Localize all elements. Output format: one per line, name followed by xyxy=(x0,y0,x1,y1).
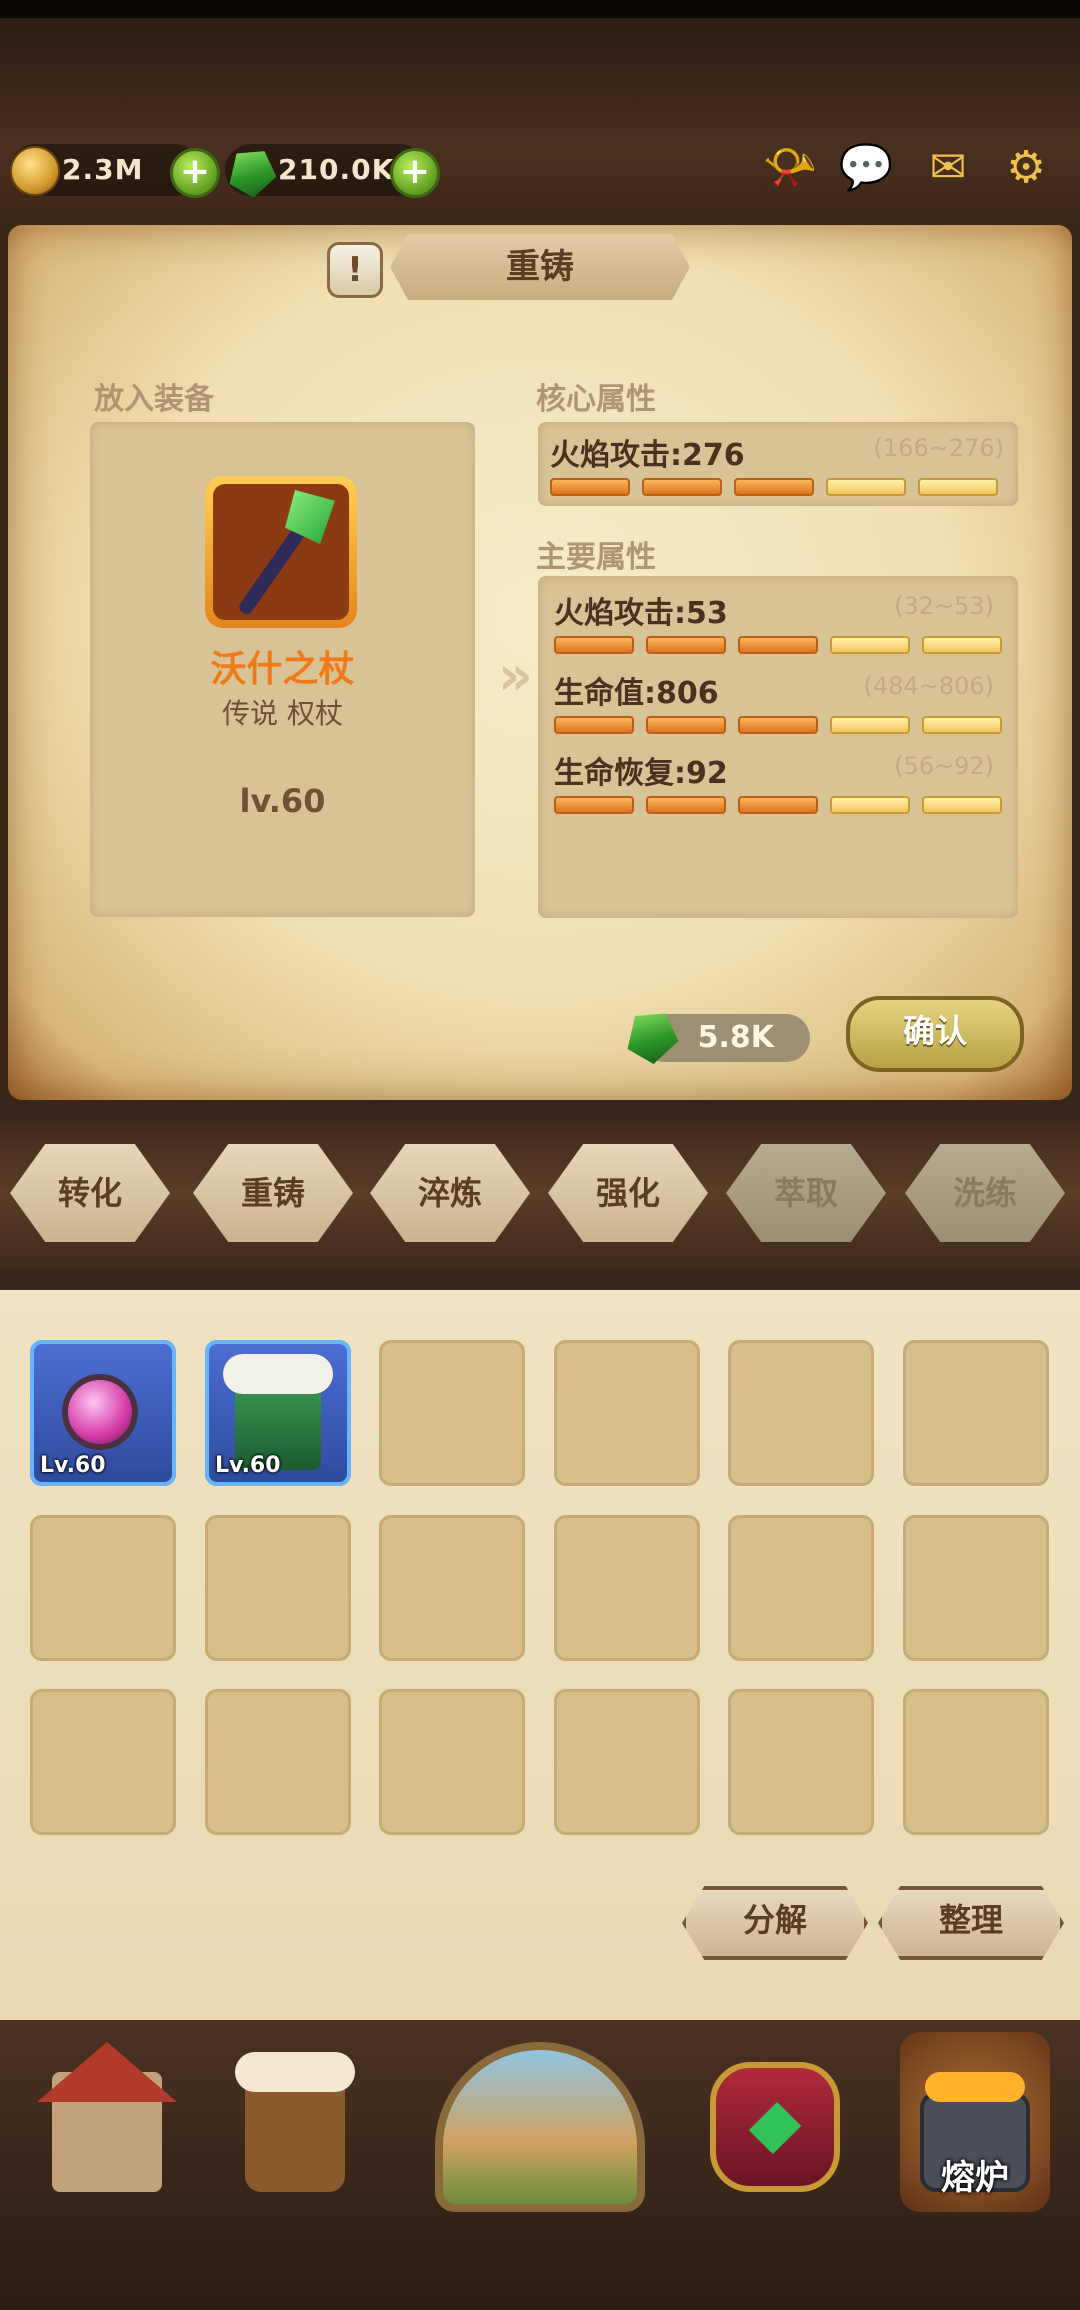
horn-icon[interactable]: 📯 xyxy=(762,140,818,196)
inventory-grid: Lv.60 Lv.60 xyxy=(30,1340,1060,1840)
core-stat-range: (166~276) xyxy=(873,434,1004,462)
forge-nav-label: 熔炉 xyxy=(941,2158,1009,2198)
main-stat-bar xyxy=(554,716,1002,734)
core-attributes-label: 核心属性 xyxy=(536,382,656,417)
main-stat-range: (484~806) xyxy=(863,672,994,700)
gold-coin-icon xyxy=(10,146,60,196)
inventory-empty-slot[interactable] xyxy=(554,1689,700,1835)
amulet-icon xyxy=(68,1380,132,1444)
slot-level: Lv.60 xyxy=(215,1453,281,1478)
main-stat-bar xyxy=(554,796,1002,814)
slot-level: Lv.60 xyxy=(40,1453,106,1478)
inventory-empty-slot[interactable] xyxy=(379,1514,525,1661)
equip-slot-label: 放入装备 xyxy=(94,382,214,417)
inventory-empty-slot[interactable] xyxy=(728,1689,874,1835)
inventory-empty-slot[interactable] xyxy=(379,1340,525,1486)
adventure-portal-icon[interactable] xyxy=(415,2022,665,2212)
gold-amount: 2.3M xyxy=(62,153,144,186)
inventory-empty-slot[interactable] xyxy=(379,1689,525,1835)
core-stat-row: 火焰攻击:276 (166~276) xyxy=(538,422,1018,506)
main-stat-name: 火焰攻击:53 xyxy=(554,596,728,631)
add-gold-button[interactable]: + xyxy=(170,148,220,198)
inventory-empty-slot[interactable] xyxy=(30,1514,176,1661)
main-stat-range: (56~92) xyxy=(894,752,994,780)
core-stat-bar xyxy=(550,478,998,496)
main-stat-range: (32~53) xyxy=(894,592,994,620)
inventory-empty-slot[interactable] xyxy=(728,1340,874,1486)
item-level: lv.60 xyxy=(239,782,326,820)
forge-icon[interactable]: 熔炉 xyxy=(880,2022,1070,2212)
main-stats-card: 火焰攻击:53 (32~53) 生命值:806 (484~806) 生命恢复:9… xyxy=(538,576,1018,918)
core-stat-name: 火焰攻击:276 xyxy=(550,438,745,473)
confirm-button[interactable]: 确认 xyxy=(846,996,1024,1072)
equipped-item-icon[interactable] xyxy=(205,476,357,628)
inventory-empty-slot[interactable] xyxy=(903,1689,1049,1835)
chat-icon[interactable]: 💬 xyxy=(838,140,894,196)
inventory-empty-slot[interactable] xyxy=(205,1514,351,1661)
item-name: 沃什之杖 xyxy=(210,649,355,690)
house-icon[interactable] xyxy=(22,2022,192,2202)
status-bar xyxy=(0,0,1080,18)
top-bar xyxy=(0,18,1080,233)
decompose-button[interactable]: 分解 xyxy=(682,1886,868,1960)
panel-title: 重铸 xyxy=(506,247,574,287)
sort-button[interactable]: 整理 xyxy=(878,1886,1064,1960)
treasure-icon[interactable] xyxy=(690,2022,860,2202)
inventory-empty-slot[interactable] xyxy=(728,1514,874,1661)
arrow-right-icon: » xyxy=(498,644,533,707)
inventory-empty-slot[interactable] xyxy=(205,1689,351,1835)
inventory-empty-slot[interactable] xyxy=(903,1340,1049,1486)
mail-icon[interactable]: ✉ xyxy=(920,140,976,196)
gem-amount: 210.0K xyxy=(278,153,395,186)
inventory-item-slot[interactable]: Lv.60 xyxy=(30,1340,176,1486)
inventory-empty-slot[interactable] xyxy=(30,1689,176,1835)
item-type: 传说 权杖 xyxy=(222,697,343,730)
add-gems-button[interactable]: + xyxy=(390,148,440,198)
main-stat-name: 生命值:806 xyxy=(554,676,719,711)
gear-icon[interactable]: ⚙ xyxy=(998,140,1054,196)
main-stat-bar xyxy=(554,636,1002,654)
main-stat-name: 生命恢复:92 xyxy=(554,756,728,791)
inventory-item-slot[interactable]: Lv.60 xyxy=(205,1340,351,1486)
inventory-empty-slot[interactable] xyxy=(554,1514,700,1661)
tavern-icon[interactable] xyxy=(205,2022,375,2202)
info-icon[interactable]: ! xyxy=(327,242,383,298)
inventory-empty-slot[interactable] xyxy=(554,1340,700,1486)
main-attributes-label: 主要属性 xyxy=(536,540,656,575)
panel-title-ribbon: 重铸 xyxy=(390,234,690,300)
inventory-empty-slot[interactable] xyxy=(903,1514,1049,1661)
